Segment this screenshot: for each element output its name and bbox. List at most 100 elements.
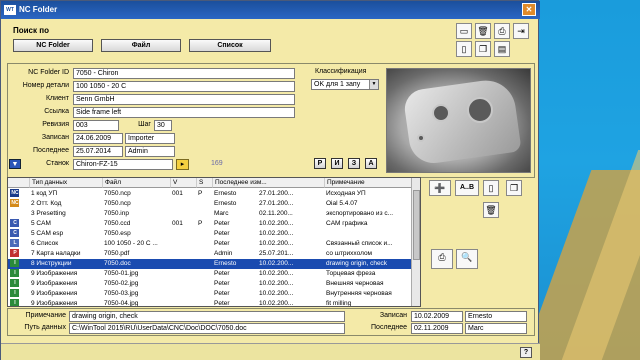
cell-type: 5 CAM bbox=[31, 220, 51, 227]
link-field[interactable]: Side frame left bbox=[73, 107, 295, 118]
table-row[interactable]: P 7 Карта наладки 7050.pdf Admin 25.07.201..… bbox=[8, 249, 412, 259]
add-record-icon[interactable]: ➕ bbox=[429, 180, 451, 196]
revision-field[interactable]: 003 bbox=[73, 120, 119, 131]
cell-date: 10.02.200... bbox=[259, 300, 294, 307]
cell-type: 1 код УП bbox=[31, 190, 58, 197]
machine-field[interactable]: Chiron-FZ-15 bbox=[73, 159, 173, 170]
title-bar: WT NC Folder ✕ bbox=[1, 1, 540, 19]
delete-icon[interactable]: 🗑 bbox=[475, 23, 491, 39]
table-row[interactable]: NC 1 код УП 7050.ncp 001 P Ernesto 27.01.200..… bbox=[8, 189, 412, 199]
cell-type: 9 Изображения bbox=[31, 270, 78, 277]
file-type-icon: NC bbox=[10, 189, 19, 197]
bottom-written-label: Записан bbox=[379, 312, 407, 319]
cell-who: Peter bbox=[214, 230, 230, 237]
small-button-z[interactable]: З bbox=[348, 158, 360, 169]
written-by-field: Importer bbox=[125, 133, 175, 144]
rename-ab-button[interactable]: A..B bbox=[455, 180, 479, 196]
files-table: Тип данных Файл V S Последнее изм... При… bbox=[7, 177, 421, 307]
search-file-button[interactable]: Файл bbox=[101, 39, 181, 52]
cell-type: 8 Инструкции bbox=[31, 260, 72, 267]
small-button-a[interactable]: A bbox=[365, 158, 377, 169]
part-hole-small bbox=[417, 134, 425, 142]
part-no-field[interactable]: 100 1050 - 20 С bbox=[73, 81, 295, 92]
header-file[interactable]: Файл bbox=[103, 178, 171, 188]
header-v[interactable]: V bbox=[171, 178, 197, 188]
cell-date: 02.11.200... bbox=[259, 210, 293, 217]
note-label: Примечание bbox=[25, 312, 66, 319]
folder-open-icon[interactable]: ▸ bbox=[176, 159, 189, 170]
help-button[interactable]: ? bbox=[520, 347, 532, 358]
table-row[interactable]: C 5 CAM esp 7050.esp Peter 10.02.200... bbox=[8, 229, 412, 239]
bottom-written-by: Ernesto bbox=[465, 311, 527, 322]
cell-date: 10.02.200... bbox=[259, 290, 294, 297]
close-button[interactable]: ✕ bbox=[522, 3, 536, 16]
cell-type: 3 Presetting bbox=[31, 210, 66, 217]
note-field[interactable]: drawing origin, check bbox=[69, 311, 345, 322]
cell-who: Peter bbox=[214, 300, 230, 307]
part-hole-large bbox=[467, 97, 493, 123]
file-type-icon: I bbox=[10, 289, 19, 297]
revision-label: Ревизия bbox=[42, 121, 69, 128]
cell-note: Внешняя черновая bbox=[326, 280, 384, 287]
path-field[interactable]: C:\WinTool 2015\RU\UserData\CNC\Doc\DOC\… bbox=[69, 323, 345, 334]
file-icon[interactable]: ▯ bbox=[483, 180, 499, 196]
exit-icon[interactable]: ⇥ bbox=[513, 23, 529, 39]
scrollbar-thumb[interactable] bbox=[413, 190, 420, 260]
cell-note: drawing origin, check bbox=[326, 260, 388, 267]
header-s[interactable]: S bbox=[197, 178, 213, 188]
cell-who: Ernesto bbox=[214, 190, 237, 197]
small-button-i[interactable]: И bbox=[331, 158, 343, 169]
print-icon[interactable]: ⎙ bbox=[494, 23, 510, 39]
cell-date: 27.01.200... bbox=[259, 200, 294, 207]
window-title: NC Folder bbox=[19, 5, 58, 14]
documents-icon[interactable]: ▤ bbox=[494, 41, 510, 57]
cell-who: Peter bbox=[214, 280, 230, 287]
cell-date: 10.02.200... bbox=[259, 240, 294, 247]
cell-who: Peter bbox=[214, 290, 230, 297]
small-button-p[interactable]: P bbox=[314, 158, 326, 169]
classification-select[interactable]: OK для 1 запу ▼ bbox=[311, 79, 379, 90]
table-row[interactable]: I 8 Инструкции 7050.doc Ernesto 10.02.200...… bbox=[8, 259, 412, 269]
app-icon: WT bbox=[4, 5, 16, 15]
table-row[interactable]: I 9 Изображения 7050-01.jpg Peter 10.02.200.… bbox=[8, 269, 412, 279]
cell-type: 9 Изображения bbox=[31, 290, 78, 297]
classification-label: Классификация bbox=[315, 68, 367, 75]
cell-file: 7050.pdf bbox=[104, 250, 130, 257]
client-field[interactable]: Senn GmbH bbox=[73, 94, 295, 105]
cell-note: экспортировано из с... bbox=[326, 210, 394, 217]
header-last-change[interactable]: Последнее изм... bbox=[213, 178, 325, 188]
cell-who: Peter bbox=[214, 220, 230, 227]
table-row[interactable]: I 9 Изображения 7050-03.jpg Peter 10.02.200.… bbox=[8, 289, 412, 299]
copy-document-icon[interactable]: ❐ bbox=[475, 41, 491, 57]
cell-type: 5 CAM esp bbox=[31, 230, 64, 237]
table-row[interactable]: NC 2 Отт. Код 7050.ncp Ernesto 27.01.200... O… bbox=[8, 199, 412, 209]
cell-date: 27.01.200... bbox=[259, 190, 294, 197]
cell-note: Торцевая фреза bbox=[326, 270, 376, 277]
copy-files-icon[interactable]: ❐ bbox=[506, 180, 522, 196]
nc-folder-id-field[interactable]: 7050 - Chiron bbox=[73, 68, 295, 79]
table-scrollbar[interactable] bbox=[411, 178, 420, 306]
table-row[interactable]: 3 Presetting 7050.inp Marc 02.11.200... эксп… bbox=[8, 209, 412, 219]
search-list-button[interactable]: Список bbox=[189, 39, 271, 52]
status-bar: ? bbox=[1, 343, 540, 360]
cell-note: fit milling bbox=[326, 300, 352, 307]
preview-magnifier-icon[interactable]: 🔍 bbox=[456, 249, 478, 269]
header-note[interactable]: Примечание bbox=[325, 178, 412, 188]
nc-folder-window: WT NC Folder ✕ Поиск по NC Folder Файл С… bbox=[0, 0, 540, 360]
header-type[interactable]: Тип данных bbox=[30, 178, 103, 188]
search-nc-folder-button[interactable]: NC Folder bbox=[13, 39, 93, 52]
machine-label: Станок bbox=[46, 160, 69, 167]
table-row[interactable]: I 9 Изображения 7050-04.jpg Peter 10.02.200.… bbox=[8, 299, 412, 307]
cell-type: 2 Отт. Код bbox=[31, 200, 62, 207]
nc-folder-id-label: NC Folder ID bbox=[28, 69, 69, 76]
document-icon[interactable]: ▯ bbox=[456, 41, 472, 57]
table-row[interactable]: C 5 CAM 7050.ccd 001 P Peter 10.02.200... CAM г… bbox=[8, 219, 412, 229]
chevron-down-icon[interactable]: ▼ bbox=[369, 80, 378, 89]
new-folder-icon[interactable]: ▭ bbox=[456, 23, 472, 39]
step-field[interactable]: 30 bbox=[154, 120, 172, 131]
table-row[interactable]: L 6 Список 100 1050 - 20 С ... Peter 10.02.2… bbox=[8, 239, 412, 249]
print-list-icon[interactable]: ⎙ bbox=[431, 249, 453, 269]
table-row[interactable]: I 9 Изображения 7050-02.jpg Peter 10.02.200.… bbox=[8, 279, 412, 289]
cell-note: Исходная УП bbox=[326, 190, 366, 197]
trash-icon[interactable]: 🗑 bbox=[483, 202, 499, 218]
